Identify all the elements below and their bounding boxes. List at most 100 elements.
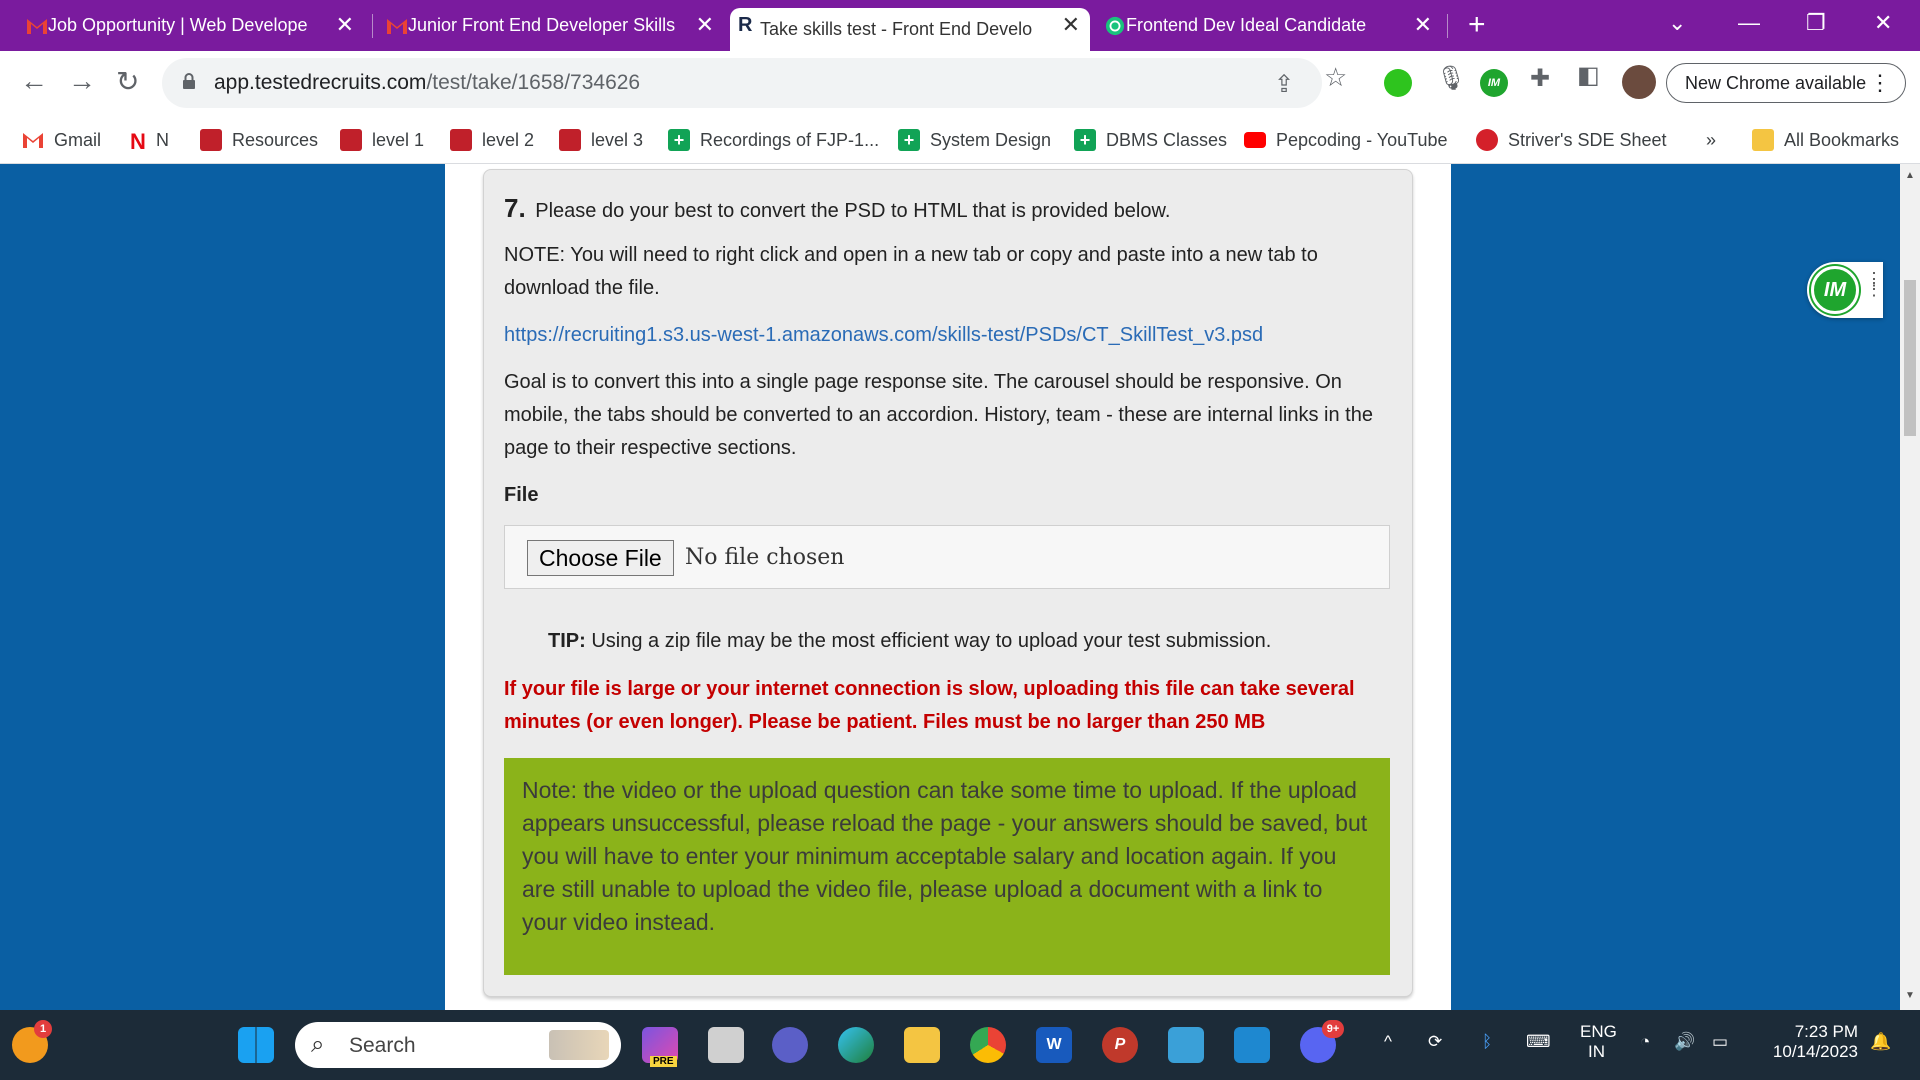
tab-search-chevron-icon[interactable]: ⌄ (1668, 10, 1686, 36)
bookmark-level-3[interactable]: level 3 (559, 126, 643, 154)
psiphon-icon[interactable]: P (1102, 1027, 1138, 1063)
upload-tip: TIP: Using a zip file may be the most ef… (548, 630, 1271, 653)
tab-title: Job Opportunity | Web Develope (48, 15, 308, 35)
notepad-icon[interactable] (1168, 1027, 1204, 1063)
file-label: File (504, 484, 539, 506)
close-window-icon[interactable]: ✕ (1874, 10, 1892, 36)
bookmark-level-2[interactable]: level 2 (450, 126, 534, 154)
bookmark-dbms-classes[interactable]: + DBMS Classes (1074, 126, 1227, 154)
clock[interactable]: 7:23 PM 10/14/2023 (1762, 1022, 1858, 1062)
bookmark-label: Resources (232, 129, 319, 150)
lock-icon[interactable] (182, 73, 196, 89)
tip-text: Using a zip file may be the most efficie… (591, 630, 1272, 652)
tab-frontend-dev-ideal[interactable]: Frontend Dev Ideal Candidate ✕ (1096, 8, 1442, 43)
scrollbar-thumb[interactable] (1904, 280, 1916, 436)
file-explorer-icon[interactable] (904, 1027, 940, 1063)
minimize-icon[interactable]: — (1738, 10, 1760, 36)
kebab-menu-icon[interactable]: ⋮ (1869, 70, 1891, 96)
im-extension-icon[interactable]: IM (1480, 69, 1508, 97)
cube-icon (450, 129, 472, 151)
close-tab-icon[interactable]: ✕ (1414, 12, 1432, 38)
reload-icon[interactable]: ↻ (116, 65, 139, 98)
bookmark-recordings[interactable]: + Recordings of FJP-1... (668, 126, 879, 154)
im-floating-widget[interactable]: IM ⋮ ⋮ (1807, 262, 1883, 318)
search-placeholder: Search (349, 1034, 416, 1057)
bookmark-system-design[interactable]: + System Design (898, 126, 1051, 154)
side-panel-icon[interactable]: ◧ (1577, 61, 1600, 90)
tab-junior-front-end[interactable]: Junior Front End Developer Skills ✕ (378, 8, 724, 43)
bookmark-strivers-sde[interactable]: Striver's SDE Sheet (1476, 126, 1667, 154)
tab-take-skills-test[interactable]: R Take skills test - Front End Develo ✕ (730, 8, 1090, 51)
teams-icon[interactable] (772, 1027, 808, 1063)
bookmark-label: Pepcoding - YouTube (1276, 129, 1448, 150)
tab-separator (372, 14, 373, 38)
windows-start-icon[interactable] (238, 1027, 274, 1063)
bookmark-netflix[interactable]: NN (130, 126, 169, 154)
tuf-icon (1476, 129, 1498, 151)
question-card: 7. Please do your best to convert the PS… (483, 169, 1413, 997)
extensions-puzzle-icon[interactable]: ✚ (1530, 64, 1550, 93)
language-indicator[interactable]: ENG IN (1580, 1022, 1617, 1062)
extension-thumbs-up-icon[interactable] (1384, 69, 1412, 97)
edge-icon[interactable] (838, 1027, 874, 1063)
back-arrow-icon[interactable]: ← (20, 65, 48, 97)
address-bar[interactable]: app.testedrecruits.com/test/take/1658/73… (162, 58, 1322, 108)
microphone-icon[interactable]: 🎙 (1436, 64, 1466, 93)
notifications-bell-icon[interactable]: 🔔 (1870, 1032, 1891, 1052)
close-tab-icon[interactable]: ✕ (336, 12, 354, 38)
bookmark-star-icon[interactable]: ☆ (1324, 62, 1347, 93)
bookmarks-bar: Gmail NN Resources level 1 level 2 level… (0, 116, 1920, 164)
vscode-icon[interactable] (1234, 1027, 1270, 1063)
choose-file-button[interactable]: Choose File (527, 540, 674, 576)
question-note: NOTE: You will need to right click and o… (504, 244, 1318, 299)
close-tab-icon[interactable]: ✕ (1062, 12, 1080, 38)
forward-arrow-icon[interactable]: → (68, 65, 96, 97)
volume-icon[interactable]: 🔊 (1674, 1032, 1695, 1052)
plus-square-icon: + (1074, 129, 1096, 151)
task-view-icon[interactable] (708, 1027, 744, 1063)
more-bookmarks-chevron[interactable]: » (1706, 126, 1716, 154)
page-scrollbar[interactable]: ▲ ▼ (1900, 164, 1920, 1010)
browser-toolbar: ← → ↻ app.testedrecruits.com/test/take/1… (0, 51, 1920, 116)
search-highlight-image (549, 1030, 609, 1060)
taskbar-search-box[interactable]: ⌕ Search (295, 1022, 621, 1068)
tab-strip: Job Opportunity | Web Develope ✕ Junior … (0, 0, 1920, 51)
youtube-icon (1244, 132, 1266, 148)
psd-download-link[interactable]: https://recruiting1.s3.us-west-1.amazona… (504, 319, 1394, 352)
url-text[interactable]: app.testedrecruits.com/test/take/1658/73… (214, 71, 640, 95)
wifi-icon[interactable]: ◔ (1640, 1032, 1650, 1052)
restore-icon[interactable]: ❐ (1806, 10, 1826, 36)
bookmark-level-1[interactable]: level 1 (340, 126, 424, 154)
new-chrome-available-button[interactable]: New Chrome available ⋮ (1666, 63, 1906, 103)
bookmark-label: Gmail (54, 129, 102, 150)
bookmark-gmail[interactable]: Gmail (22, 126, 101, 154)
word-icon[interactable]: W (1036, 1027, 1072, 1063)
more-bookmarks-label: » (1706, 129, 1717, 150)
tab-job-opportunity[interactable]: Job Opportunity | Web Develope ✕ (18, 8, 364, 43)
question-number: 7. (504, 193, 526, 223)
plus-square-icon: + (668, 129, 690, 151)
im-widget-icon[interactable]: IM (1811, 266, 1859, 314)
profile-avatar[interactable] (1622, 65, 1656, 99)
chrome-icon[interactable] (970, 1027, 1006, 1063)
tab-separator (1447, 14, 1448, 38)
bookmark-resources[interactable]: Resources (200, 126, 318, 154)
battery-icon[interactable]: ▭ (1712, 1032, 1728, 1052)
share-icon[interactable]: ⇪ (1274, 70, 1294, 99)
drag-handle-icon[interactable]: ⋮ ⋮ (1865, 270, 1883, 298)
tip-label: TIP: (548, 630, 586, 652)
region-text: IN (1588, 1042, 1605, 1061)
scroll-down-arrow-icon[interactable]: ▼ (1905, 990, 1915, 1001)
new-tab-icon[interactable]: + (1468, 8, 1486, 42)
close-tab-icon[interactable]: ✕ (696, 12, 714, 38)
bluetooth-icon[interactable]: ᛒ (1482, 1032, 1492, 1052)
windows-taskbar: 1 ⌕ Search PRE W P 9+ ^ ⟳ ᛒ ⌨ ENG IN ◔ 🔊 … (0, 1010, 1920, 1080)
show-hidden-icons-chevron[interactable]: ^ (1384, 1032, 1392, 1052)
keyboard-icon[interactable]: ⌨ (1526, 1032, 1551, 1052)
search-icon: ⌕ (311, 1031, 325, 1058)
bookmark-all-bookmarks[interactable]: All Bookmarks (1752, 126, 1899, 154)
sync-icon[interactable]: ⟳ (1428, 1032, 1442, 1052)
bookmark-pepcoding[interactable]: Pepcoding - YouTube (1244, 126, 1447, 154)
question-prompt: 7. Please do your best to convert the PS… (504, 192, 1394, 228)
scroll-up-arrow-icon[interactable]: ▲ (1905, 170, 1915, 181)
